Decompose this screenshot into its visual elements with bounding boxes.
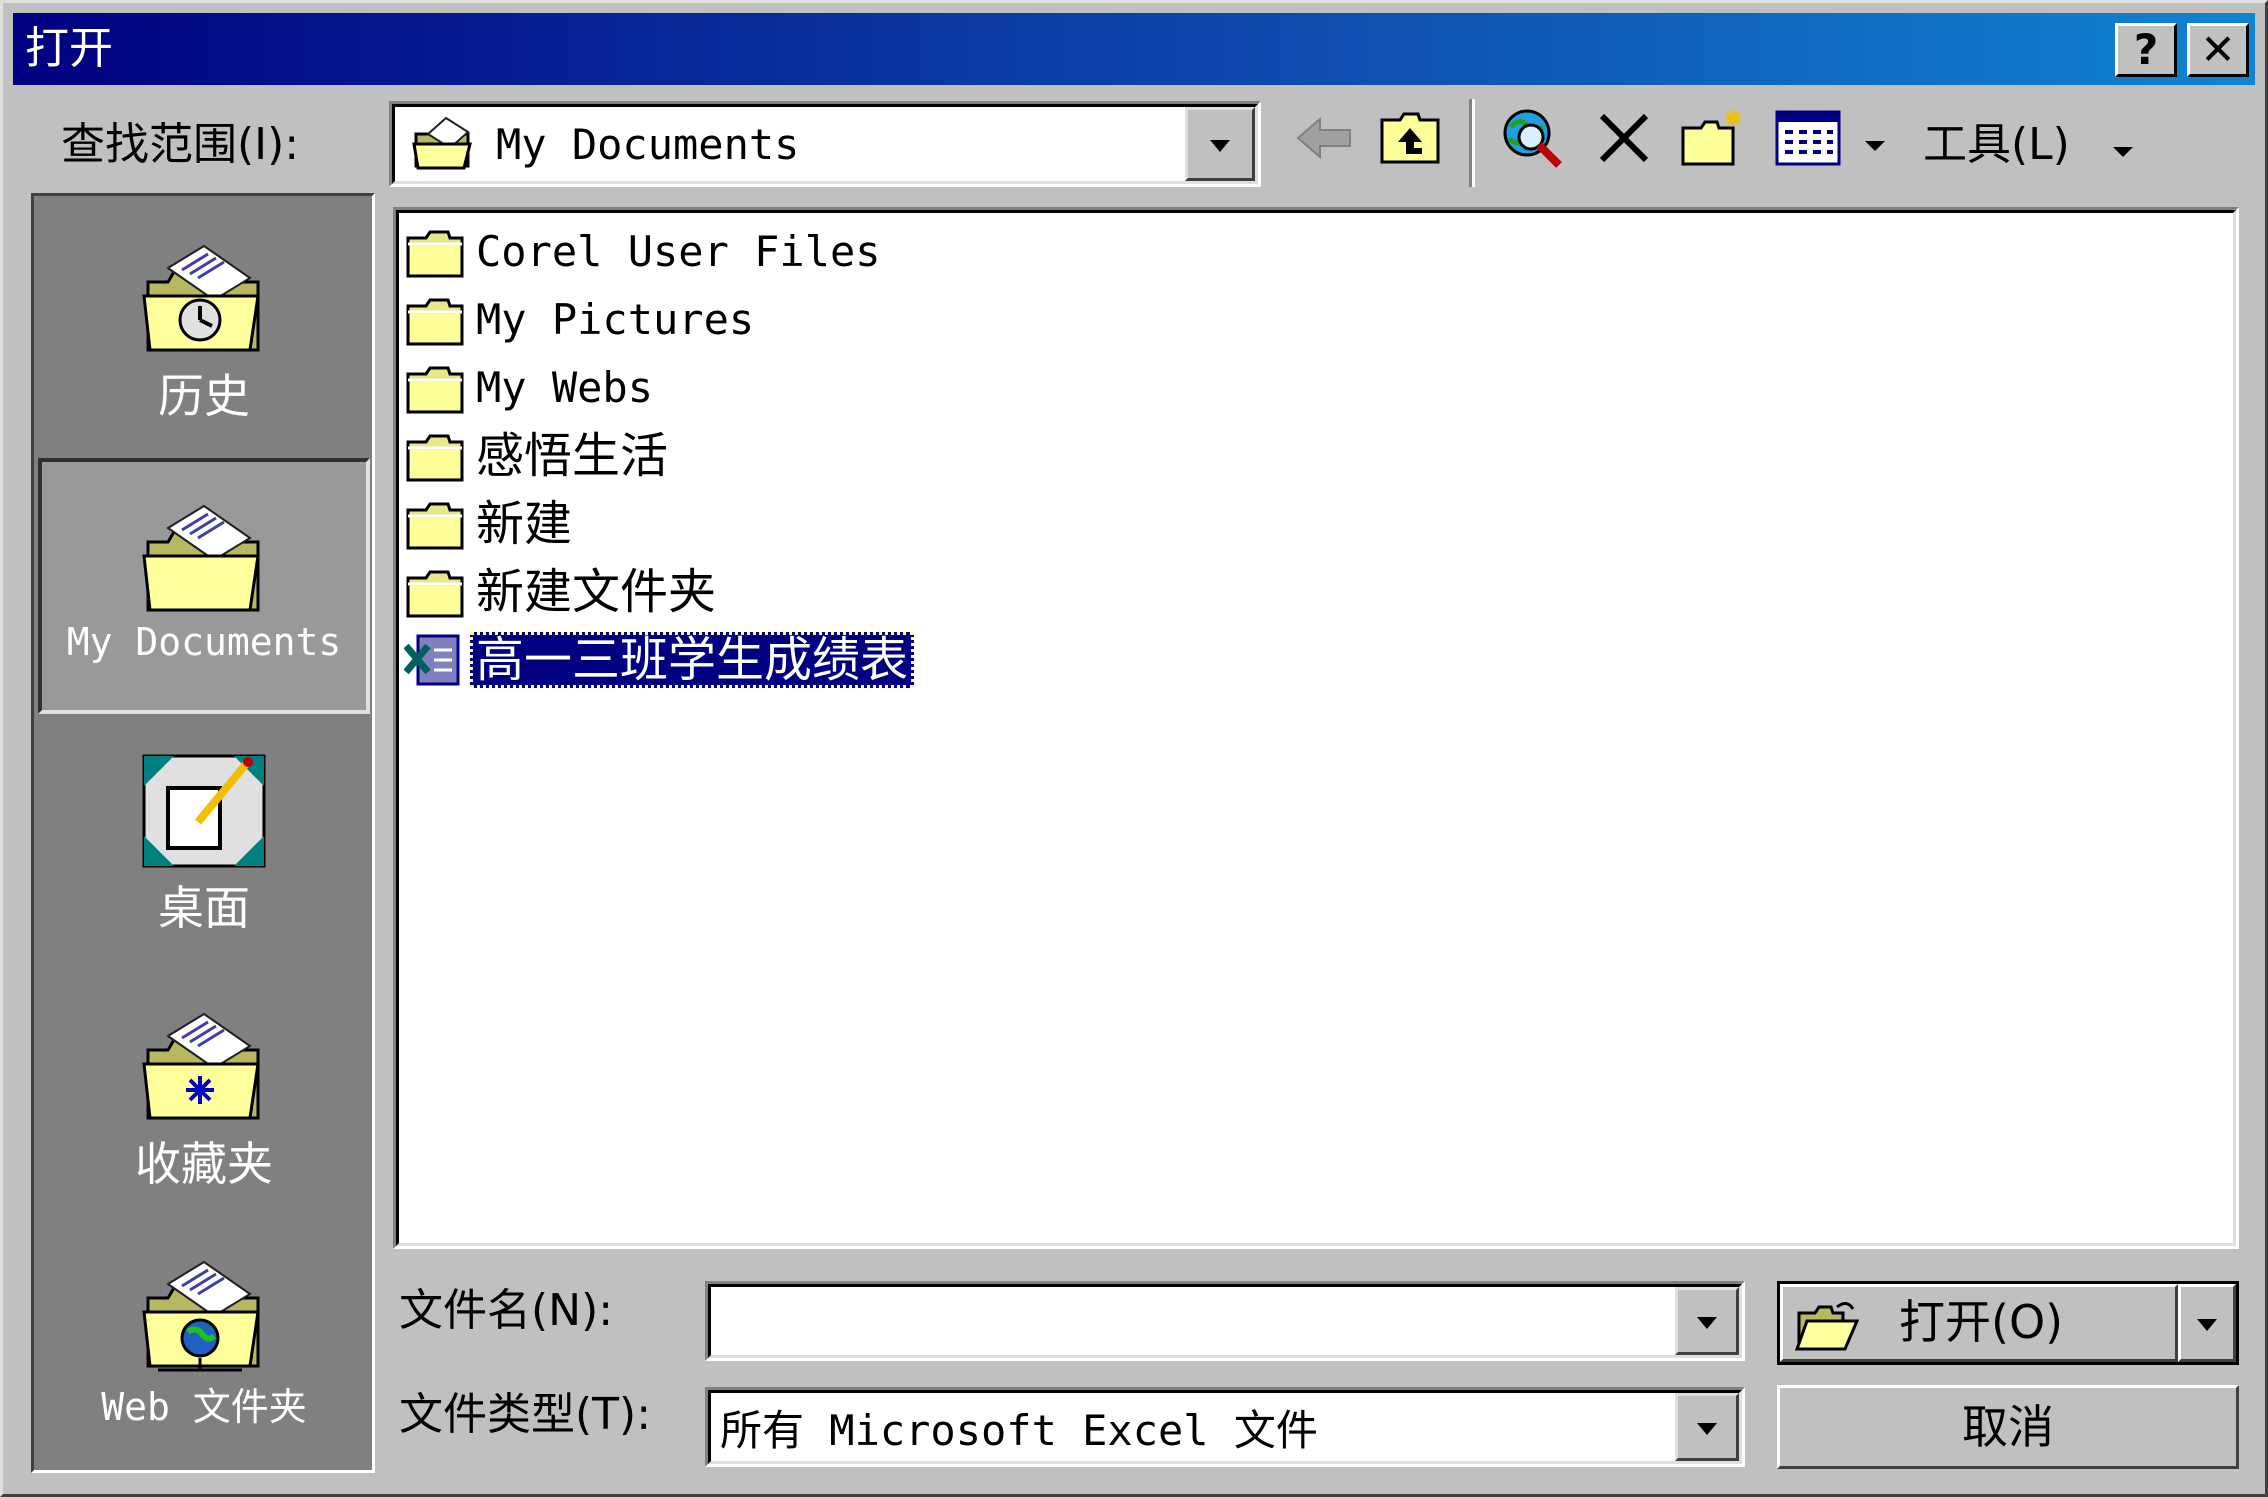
open-file-dialog: 打开 ? ✕ 查找范围(I): My Documents 工具(L) 历史 My…	[0, 0, 2268, 1497]
places-bar: 历史 My Documents 桌面 收藏夹 Web 文件夹	[31, 193, 375, 1473]
filetype-value: 所有 Microsoft Excel 文件	[720, 1405, 1318, 1455]
open-button-label: 打开(O)	[1899, 1295, 2064, 1349]
place-history[interactable]: 历史	[38, 202, 370, 458]
help-button[interactable]: ?	[2115, 23, 2177, 77]
filename-dropdown-button[interactable]	[1675, 1287, 1739, 1355]
chevron-down-icon	[1210, 140, 1230, 152]
back-arrow-icon	[1296, 116, 1351, 160]
place-history-label: 历史	[158, 369, 250, 423]
place-desktop-label: 桌面	[158, 881, 250, 935]
list-item[interactable]: Corel User Files	[404, 222, 887, 282]
open-folder-icon	[1794, 1302, 1859, 1351]
list-item-selected[interactable]: 高一三班学生成绩表	[404, 630, 915, 690]
new-folder-button[interactable]	[1679, 103, 1749, 173]
history-icon	[142, 244, 260, 352]
list-item[interactable]: My Pictures	[404, 290, 760, 350]
place-favorites-label: 收藏夹	[135, 1137, 273, 1191]
views-list-icon	[1775, 110, 1841, 166]
filetype-label: 文件类型(T):	[399, 1389, 652, 1440]
list-item[interactable]: 感悟生活	[404, 426, 674, 486]
list-item[interactable]: 新建文件夹	[404, 562, 722, 622]
file-list[interactable]: Corel User Files My Pictures My Webs 感悟生…	[393, 207, 2239, 1249]
folder-icon	[406, 434, 464, 482]
filename-combo[interactable]	[705, 1281, 1745, 1361]
web-folder-icon	[142, 1260, 260, 1372]
open-button[interactable]: 打开(O)	[1780, 1284, 2178, 1362]
new-folder-icon	[1681, 110, 1741, 166]
filetype-combo[interactable]: 所有 Microsoft Excel 文件	[705, 1387, 1745, 1467]
place-desktop[interactable]: 桌面	[38, 714, 370, 970]
list-item[interactable]: My Webs	[404, 358, 659, 418]
chevron-down-icon	[2197, 1319, 2217, 1331]
folder-icon	[406, 230, 464, 278]
lookin-value: My Documents	[496, 119, 800, 169]
back-button[interactable]	[1289, 103, 1359, 173]
search-web-icon	[1503, 109, 1562, 168]
chevron-down-icon	[1697, 1423, 1717, 1435]
folder-icon	[406, 570, 464, 618]
up-folder-icon	[1380, 112, 1440, 164]
place-web-folders-label: Web 文件夹	[101, 1385, 307, 1429]
my-documents-folder-icon	[142, 504, 260, 612]
delete-x-icon	[1599, 113, 1649, 163]
toolbar-separator	[1469, 99, 1475, 187]
favorites-icon	[142, 1012, 260, 1120]
cancel-button[interactable]: 取消	[1777, 1385, 2239, 1469]
chevron-down-icon	[1697, 1317, 1717, 1329]
filetype-dropdown-button[interactable]	[1675, 1393, 1739, 1461]
folder-open-icon	[412, 116, 472, 170]
place-favorites[interactable]: 收藏夹	[38, 970, 370, 1226]
lookin-dropdown-button[interactable]	[1185, 107, 1255, 181]
tools-dropdown-icon[interactable]	[2113, 147, 2133, 157]
search-web-button[interactable]	[1497, 103, 1567, 173]
delete-button[interactable]	[1589, 103, 1659, 173]
title-bar[interactable]: 打开 ? ✕	[13, 13, 2255, 85]
place-web-folders[interactable]: Web 文件夹	[38, 1218, 370, 1474]
excel-file-icon	[404, 634, 460, 686]
dialog-title: 打开	[25, 23, 113, 74]
folder-icon	[406, 298, 464, 346]
lookin-combo[interactable]: My Documents	[389, 101, 1261, 187]
place-my-documents-label: My Documents	[66, 620, 342, 664]
folder-icon	[406, 366, 464, 414]
place-my-documents[interactable]: My Documents	[38, 458, 370, 714]
desktop-icon	[142, 754, 266, 868]
tools-menu[interactable]: 工具(L)	[1923, 115, 2070, 175]
folder-icon	[406, 502, 464, 550]
list-item[interactable]: 新建	[404, 494, 578, 554]
up-folder-button[interactable]	[1375, 103, 1445, 173]
lookin-label: 查找范围(I):	[61, 119, 300, 170]
filename-label: 文件名(N):	[399, 1285, 614, 1336]
close-button[interactable]: ✕	[2187, 23, 2249, 77]
views-dropdown-icon[interactable]	[1865, 141, 1885, 151]
open-dropdown-button[interactable]	[2178, 1284, 2236, 1362]
open-split-button[interactable]: 打开(O)	[1777, 1281, 2239, 1365]
views-button[interactable]	[1773, 103, 1843, 173]
